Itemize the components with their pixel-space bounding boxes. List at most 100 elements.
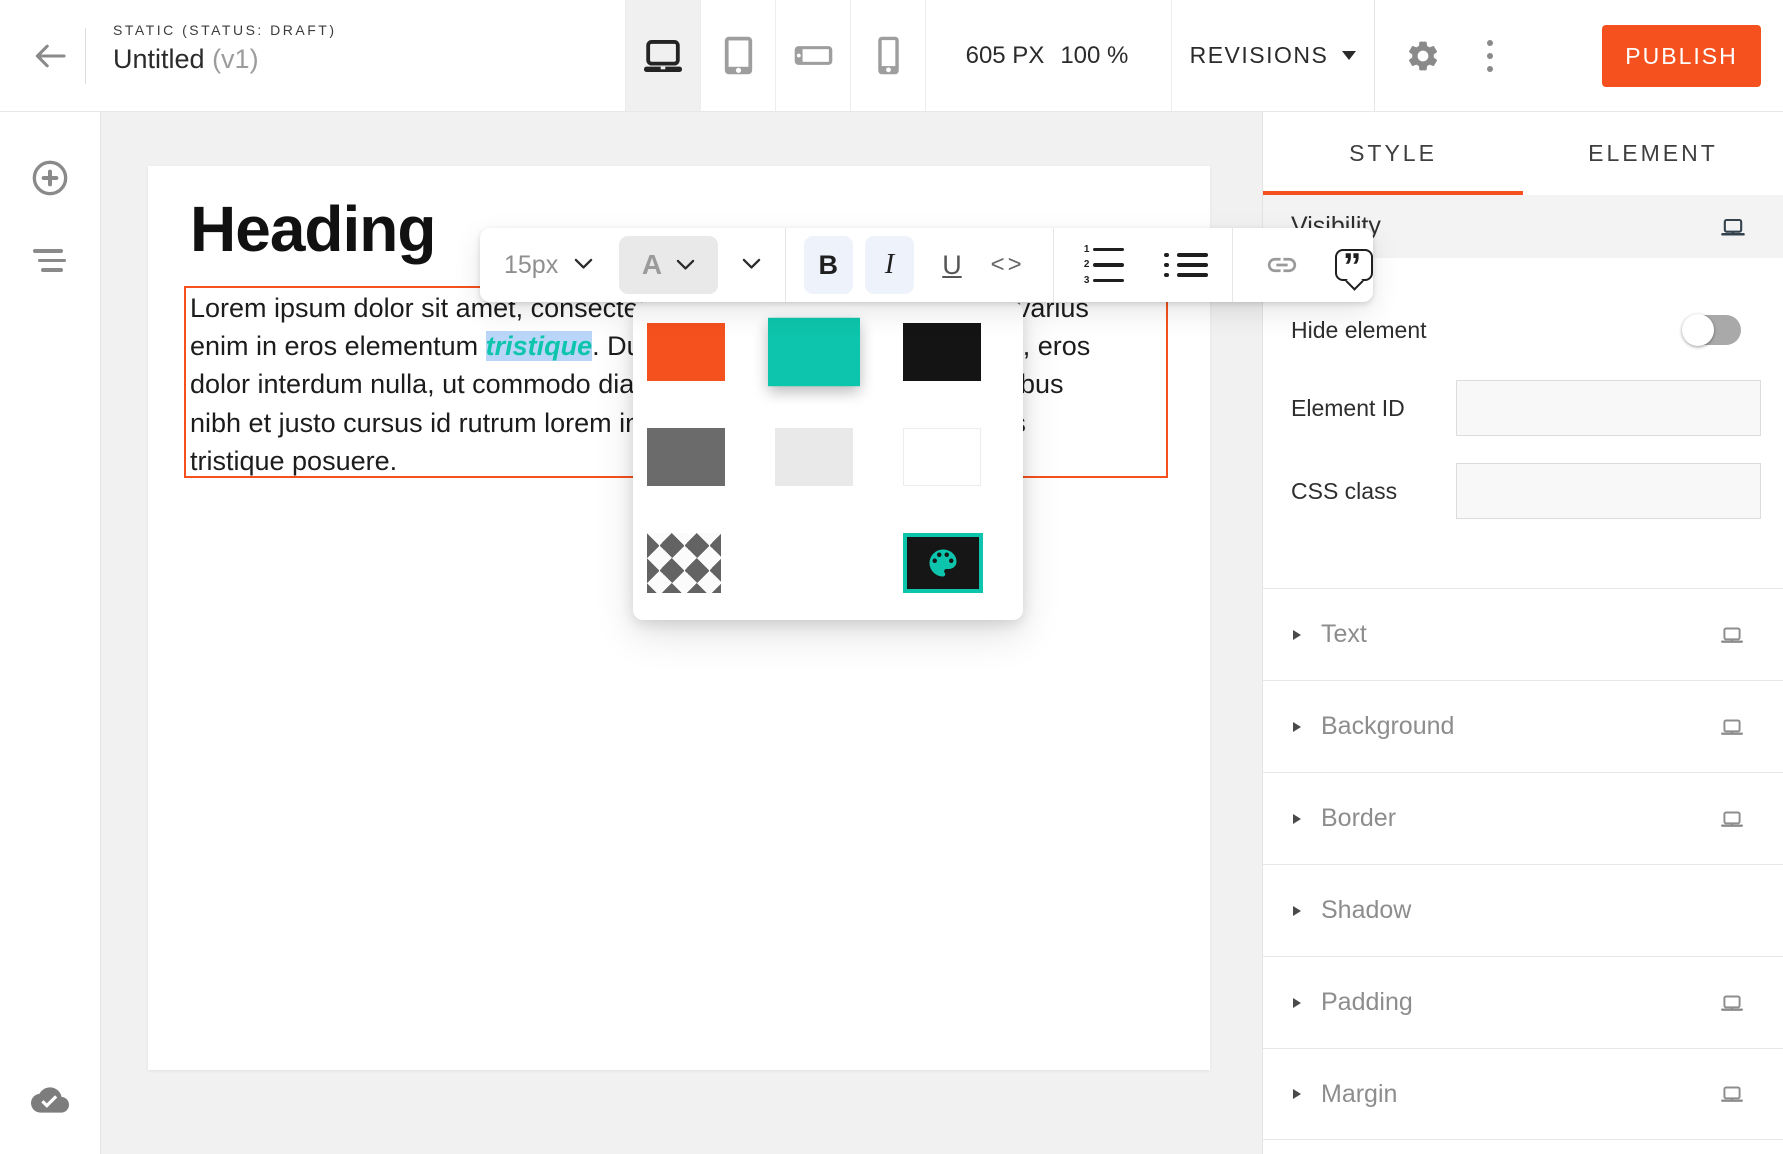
cloud-check-icon: [27, 1081, 73, 1119]
device-mobile-portrait-button[interactable]: [851, 0, 926, 111]
style-sections-accordion: Text Background Border Shadow Padding: [1263, 588, 1783, 1140]
section-background[interactable]: Background: [1263, 680, 1783, 772]
element-id-input[interactable]: [1456, 380, 1761, 436]
section-text[interactable]: Text: [1263, 588, 1783, 680]
gear-icon: [1405, 38, 1441, 74]
document-version: (v1): [212, 44, 259, 74]
document-title: Untitled (v1): [113, 44, 337, 75]
element-id-label: Element ID: [1291, 395, 1456, 422]
device-preview-switcher: [625, 0, 926, 111]
link-icon: [1265, 248, 1299, 282]
element-id-row: Element ID: [1263, 380, 1783, 436]
inspector-tabs: STYLE ELEMENT: [1263, 112, 1783, 195]
swatch-teal[interactable]: [768, 318, 860, 386]
tablet-icon: [723, 35, 754, 76]
back-button[interactable]: [18, 0, 82, 111]
back-arrow-icon: [33, 42, 67, 70]
insert-link-button[interactable]: [1265, 248, 1299, 282]
hide-element-row: Hide element: [1263, 315, 1783, 345]
color-swatch-grid: [647, 323, 1023, 593]
bold-button[interactable]: B: [804, 236, 853, 294]
caret-down-icon: [1342, 51, 1356, 60]
more-options-button[interactable]: [1468, 0, 1512, 111]
section-margin[interactable]: Margin: [1263, 1048, 1783, 1140]
bullet-list-button[interactable]: [1164, 253, 1208, 278]
blockquote-button[interactable]: [1335, 249, 1373, 281]
text-color-glyph: A: [642, 249, 662, 281]
chevron-down-icon: [574, 258, 593, 269]
toolbar-divider: [1232, 228, 1233, 302]
list-icon: [33, 249, 63, 253]
css-class-row: CSS class: [1263, 463, 1783, 519]
topbar-divider: [85, 28, 86, 84]
laptop-icon: [1719, 213, 1747, 241]
settings-button[interactable]: [1398, 0, 1448, 111]
layers-list-button[interactable]: [33, 249, 67, 278]
caret-right-icon: [1293, 998, 1301, 1008]
top-bar: STATIC (STATUS: DRAFT) Untitled (v1): [0, 0, 1783, 112]
more-styles-dropdown-button[interactable]: [742, 256, 761, 274]
toggle-knob: [1682, 314, 1714, 346]
css-class-label: CSS class: [1291, 478, 1456, 505]
ordered-list-button[interactable]: 1 2 3: [1080, 245, 1124, 286]
mobile-portrait-icon: [876, 35, 901, 76]
section-border[interactable]: Border: [1263, 772, 1783, 864]
device-desktop-button[interactable]: [626, 0, 701, 111]
document-name: Untitled: [113, 44, 205, 74]
publish-button[interactable]: PUBLISH: [1602, 25, 1761, 87]
device-tablet-button[interactable]: [701, 0, 776, 111]
kebab-icon: [1487, 40, 1493, 46]
document-title-block: STATIC (STATUS: DRAFT) Untitled (v1): [113, 22, 337, 75]
add-element-button[interactable]: [30, 158, 70, 203]
swatch-light-gray[interactable]: [775, 428, 853, 486]
left-toolbar-rail: [0, 112, 101, 1154]
section-padding[interactable]: Padding: [1263, 956, 1783, 1048]
text-color-button[interactable]: A: [619, 236, 717, 294]
font-size-value[interactable]: 15px: [504, 251, 558, 280]
saved-status-indicator: [27, 1081, 73, 1124]
tab-style[interactable]: STYLE: [1263, 112, 1523, 195]
swatch-transparent[interactable]: [647, 533, 721, 593]
underline-button[interactable]: U: [932, 236, 972, 294]
hide-element-toggle[interactable]: [1683, 315, 1741, 345]
swatch-orange[interactable]: [647, 323, 725, 381]
hide-element-label: Hide element: [1291, 317, 1427, 344]
italic-button[interactable]: I: [865, 236, 914, 294]
zoom-level: 100 %: [1060, 42, 1128, 70]
laptop-icon: [1719, 714, 1745, 740]
plus-circle-icon: [30, 158, 70, 198]
palette-icon: [925, 545, 961, 581]
toolbar-divider: [785, 228, 786, 302]
code-button[interactable]: <>: [986, 236, 1030, 294]
device-mobile-landscape-button[interactable]: [776, 0, 851, 111]
page-heading[interactable]: Heading: [190, 192, 435, 266]
font-size-dropdown-button[interactable]: [574, 256, 593, 274]
revisions-dropdown[interactable]: REVISIONS: [1172, 0, 1375, 111]
caret-right-icon: [1293, 722, 1301, 732]
laptop-icon: [1719, 990, 1745, 1016]
section-shadow[interactable]: Shadow: [1263, 864, 1783, 956]
swatch-placeholder: [775, 533, 853, 591]
viewport-info: 605 PX 100 %: [923, 0, 1172, 111]
tab-element[interactable]: ELEMENT: [1523, 112, 1783, 195]
laptop-icon: [1719, 1081, 1745, 1107]
laptop-icon: [1719, 806, 1745, 832]
css-class-input[interactable]: [1456, 463, 1761, 519]
toolbar-divider: [1053, 228, 1054, 302]
swatch-custom-color[interactable]: [903, 533, 983, 593]
selected-text-highlight: tristique: [486, 331, 593, 361]
caret-right-icon: [1293, 814, 1301, 824]
chevron-down-icon: [742, 258, 761, 269]
swatch-black[interactable]: [903, 323, 981, 381]
chevron-down-icon: [676, 259, 695, 270]
document-status: STATIC (STATUS: DRAFT): [113, 22, 337, 38]
viewport-width: 605 PX: [966, 42, 1045, 70]
laptop-icon: [1719, 622, 1745, 648]
caret-right-icon: [1293, 1089, 1301, 1099]
swatch-dark-gray[interactable]: [647, 428, 725, 486]
laptop-icon: [640, 37, 686, 75]
caret-right-icon: [1293, 906, 1301, 916]
mobile-landscape-icon: [793, 44, 834, 67]
swatch-white[interactable]: [903, 428, 981, 486]
color-picker-popup: [633, 302, 1023, 620]
